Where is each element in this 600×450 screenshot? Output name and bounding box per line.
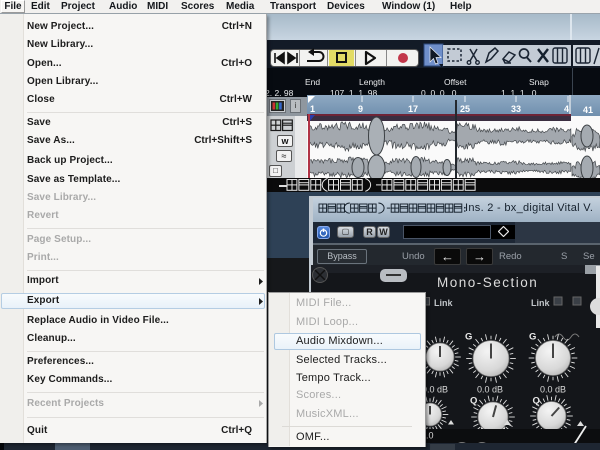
svg-text:Q: Q <box>533 396 540 407</box>
svg-text:Q: Q <box>470 396 477 407</box>
svg-text:.0: .0 <box>426 431 434 441</box>
svg-text:G: G <box>529 332 536 343</box>
svg-text:0.0 dB: 0.0 dB <box>540 385 566 395</box>
svg-text:Mono-Section: Mono-Section <box>437 275 538 290</box>
svg-text:G: G <box>465 332 472 343</box>
svg-text:0.0 dB: 0.0 dB <box>477 385 503 395</box>
svg-text:Link: Link <box>531 298 550 308</box>
svg-text:Link: Link <box>434 298 453 308</box>
